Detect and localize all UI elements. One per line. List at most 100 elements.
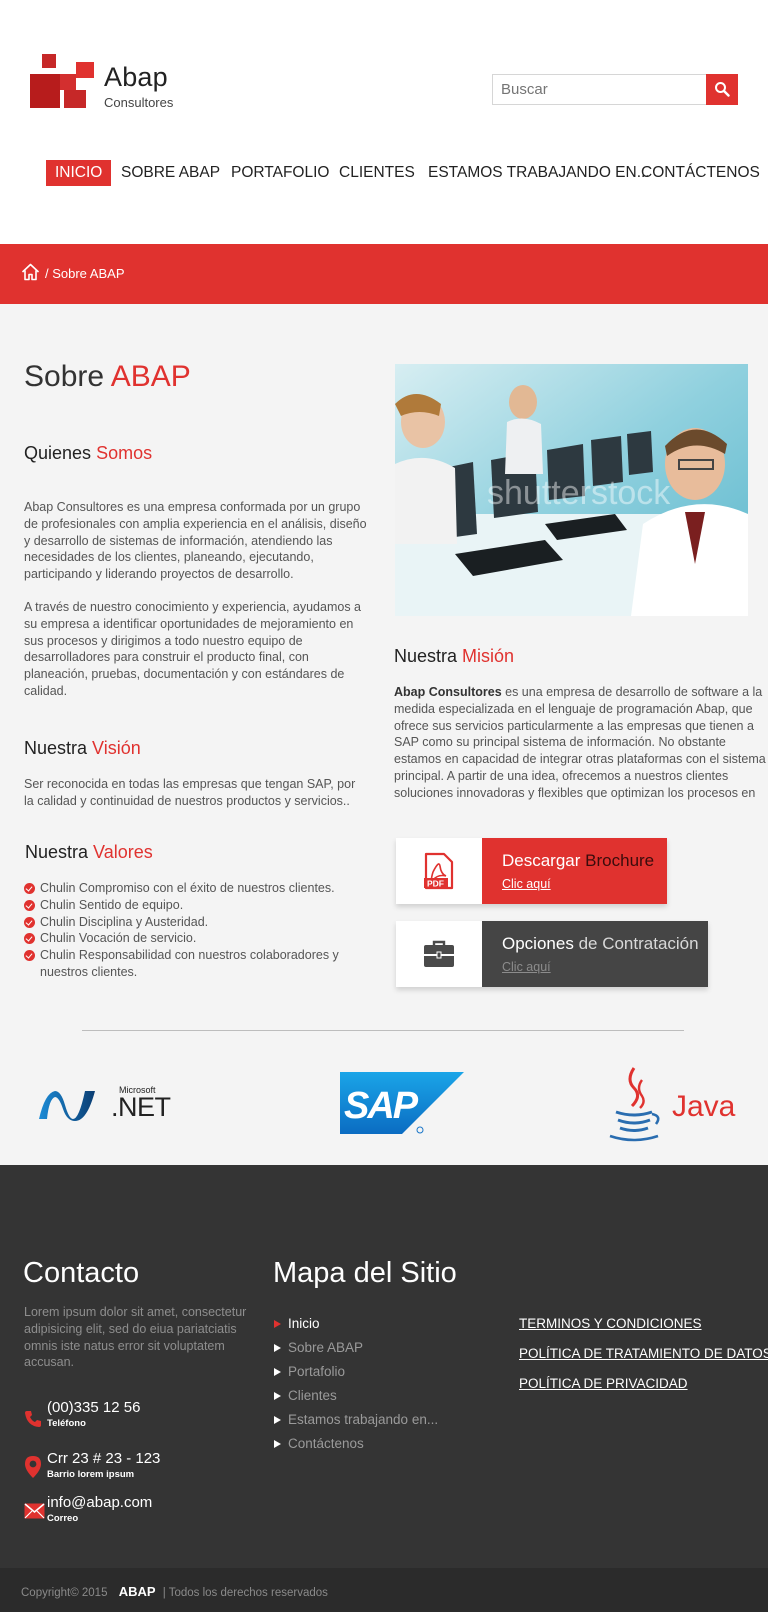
java-logo: Java — [604, 1066, 736, 1142]
search-icon — [715, 82, 730, 97]
list-item: Chulin Vocación de servicio. — [24, 930, 344, 947]
brochure-link[interactable]: Clic aquí — [502, 877, 551, 891]
nav-item-inicio[interactable]: INICIO — [46, 160, 112, 186]
quienes-heading-highlight: Somos — [96, 443, 153, 463]
quienes-paragraph-2: A través de nuestro conocimiento y exper… — [24, 600, 361, 698]
valores-list: Chulin Compromiso con el éxito de nuestr… — [24, 880, 344, 981]
data-policy-link[interactable]: POLÍTICA DE TRATAMIENTO DE DATOS — [519, 1346, 768, 1361]
contacto-heading: Contacto — [23, 1257, 140, 1289]
nav-item-portafolio[interactable]: PORTAFOLIO — [231, 160, 329, 186]
brochure-title: Descargar Brochure — [502, 851, 654, 871]
sitemap-item-portafolio[interactable]: Portafolio — [273, 1362, 438, 1386]
hiring-title-highlight: de Contratación — [578, 934, 699, 953]
hiring-options-card[interactable]: Opciones de Contratación Clic aquí — [396, 921, 708, 987]
sitemap-item-inicio[interactable]: Inicio — [273, 1314, 438, 1338]
quienes-heading-prefix: Quienes — [24, 443, 92, 463]
hiring-body: Opciones de Contratación Clic aquí — [482, 921, 708, 987]
valor-text: Chulin Sentido de equipo. — [40, 897, 184, 912]
mision-heading-highlight: Misión — [462, 646, 515, 666]
team-photo: shutterstock — [395, 364, 748, 616]
contact-phone[interactable]: (00)335 12 56 — [47, 1399, 140, 1416]
list-item: Chulin Disciplina y Austeridad. — [24, 914, 344, 931]
copyright-rights: | Todos los derechos reservados — [162, 1587, 328, 1599]
contacto-description: Lorem ipsum dolor sit amet, consectetur … — [24, 1305, 247, 1370]
terms-link[interactable]: TERMINOS Y CONDICIONES — [519, 1316, 702, 1331]
check-icon — [24, 916, 35, 928]
nav-item-clientes[interactable]: CLIENTES — [339, 160, 415, 186]
search-input[interactable] — [493, 75, 707, 104]
list-item: Chulin Responsabilidad con nuestros cola… — [24, 947, 344, 981]
photo-watermark: shutterstock — [487, 474, 671, 512]
logo-subtitle: Consultores — [104, 95, 174, 110]
contact-address: Crr 23 # 23 - 123 — [47, 1450, 161, 1467]
contact-email[interactable]: info@abap.com — [47, 1494, 152, 1511]
copyright-bar: Copyright© 2015 ABAP | Todos los derecho… — [0, 1568, 768, 1612]
mision-text: Abap Consultores es una empresa de desar… — [394, 684, 768, 802]
vision-heading-highlight: Visión — [92, 738, 141, 758]
contact-email-label: Correo — [47, 1513, 79, 1524]
sitemap-item-contactenos[interactable]: Contáctenos — [273, 1434, 438, 1458]
mision-heading: Nuestra Misión — [394, 646, 514, 667]
copyright-text: Copyright© 2015 ABAP | Todos los derecho… — [21, 1584, 328, 1599]
sitemap-item-sobre-abap[interactable]: Sobre ABAP — [273, 1338, 438, 1362]
java-label: Java — [672, 1090, 736, 1123]
valores-heading: Nuestra Valores — [25, 842, 153, 863]
hiring-title: Opciones de Contratación — [502, 934, 699, 954]
nav-item-estamos-trabajando[interactable]: ESTAMOS TRABAJANDO EN... — [428, 160, 650, 186]
java-cup-icon — [609, 1067, 660, 1142]
dotnet-wave-icon — [39, 1091, 95, 1121]
sap-logo: SAP — [340, 1072, 464, 1134]
office-computers-image: shutterstock — [395, 364, 748, 616]
sitemap-item-estamos-trabajando[interactable]: Estamos trabajando en... — [273, 1410, 438, 1434]
sitemap-item-clientes[interactable]: Clientes — [273, 1386, 438, 1410]
list-item: Chulin Sentido de equipo. — [24, 897, 344, 914]
sap-label: SAP — [344, 1085, 419, 1127]
sitemap-heading: Mapa del Sitio — [273, 1257, 457, 1289]
brochure-title-prefix: Descargar — [502, 851, 581, 870]
page-title: Sobre ABAP — [24, 360, 191, 394]
briefcase-icon-box — [396, 921, 482, 987]
sitemap-list: Inicio Sobre ABAP Portafolio Clientes Es… — [273, 1314, 438, 1458]
check-icon — [24, 950, 35, 962]
list-item: Chulin Compromiso con el éxito de nuestr… — [24, 880, 344, 897]
vision-text: Ser reconocida en todas las empresas que… — [24, 777, 356, 808]
check-icon — [24, 933, 35, 945]
valor-text: Chulin Disciplina y Austeridad. — [40, 914, 209, 929]
briefcase-icon — [424, 940, 454, 967]
brochure-body: Descargar Brochure Clic aquí — [482, 838, 667, 904]
mision-bold: Abap Consultores — [394, 685, 502, 699]
page-title-highlight: ABAP — [110, 360, 191, 393]
check-icon — [24, 899, 35, 911]
check-icon — [24, 883, 35, 894]
section-divider — [82, 1030, 684, 1031]
search-button[interactable] — [706, 74, 738, 105]
location-pin-icon — [25, 1456, 41, 1478]
copyright-brand: ABAP — [118, 1584, 156, 1599]
brochure-title-highlight: Brochure — [585, 851, 655, 870]
header: Abap Consultores INICIO SOBRE ABAP PORTA… — [0, 0, 768, 244]
pdf-icon-box: PDF — [396, 838, 482, 904]
logo-title: Abap — [104, 62, 168, 92]
download-brochure-card[interactable]: PDF Descargar Brochure Clic aquí — [396, 838, 667, 904]
breadcrumb: / Sobre ABAP — [0, 244, 768, 304]
home-icon[interactable] — [21, 263, 40, 281]
privacy-policy-link[interactable]: POLÍTICA DE PRIVACIDAD — [519, 1376, 688, 1391]
mision-body: es una empresa de desarrollo de software… — [394, 685, 766, 800]
logo-mark-icon — [30, 54, 94, 108]
quienes-heading: Quienes Somos — [24, 443, 152, 464]
nav-item-contactenos[interactable]: CONTÁCTENOS — [641, 160, 760, 186]
logo[interactable]: Abap Consultores — [30, 52, 190, 118]
pdf-icon-label: PDF — [427, 879, 444, 889]
copyright-year: Copyright© 2015 — [21, 1587, 108, 1599]
nav-item-sobre-abap[interactable]: SOBRE ABAP — [121, 160, 220, 186]
hiring-title-prefix: Opciones — [502, 934, 574, 953]
pdf-icon: PDF — [424, 852, 454, 890]
valor-text: Chulin Responsabilidad con nuestros cola… — [40, 948, 339, 979]
mail-icon — [24, 1503, 45, 1519]
phone-icon — [25, 1411, 41, 1427]
quienes-paragraph-1: Abap Consultores es una empresa conforma… — [24, 500, 367, 582]
valores-heading-prefix: Nuestra — [25, 842, 89, 862]
mision-heading-prefix: Nuestra — [394, 646, 458, 666]
hiring-link[interactable]: Clic aquí — [502, 960, 551, 974]
dotnet-label: .NET — [111, 1092, 171, 1122]
